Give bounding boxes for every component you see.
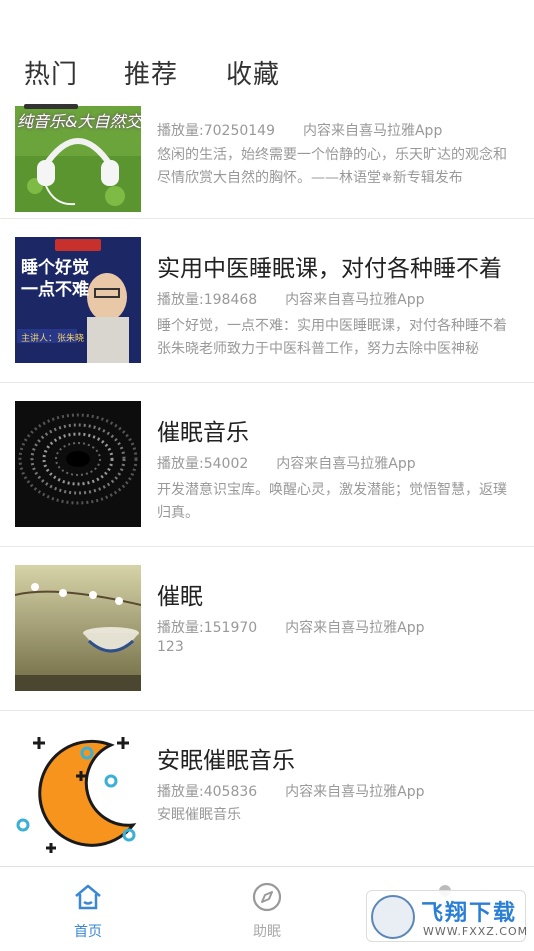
play-count: 播放量:405836 (157, 784, 258, 800)
nav-sleep-aid-label: 助眠 (253, 924, 281, 940)
item-description: 睡个好觉，一点不难：实用中医睡眠课，对付各种睡不着张朱晓老师致力于中医科普工作，… (157, 318, 507, 357)
top-tab-bar: 热门 推荐 收藏 (0, 0, 534, 106)
item-title[interactable]: 安眠催眠音乐 (157, 741, 295, 775)
source-label: 内容来自喜马拉雅App (302, 123, 443, 139)
play-count: 播放量:198468 (157, 292, 258, 308)
item-meta: 播放量:70250149 内容来自喜马拉雅App (157, 120, 442, 140)
tab-favorites[interactable]: 收藏 (226, 54, 280, 91)
thumb-subcaption: 主讲人：张朱晓 (21, 334, 85, 344)
source-label: 内容来自喜马拉雅App (285, 620, 425, 636)
item-meta: 播放量:54002 内容来自喜马拉雅App (157, 453, 416, 473)
nav-home[interactable]: 首页 (48, 867, 128, 951)
album-thumbnail (15, 565, 141, 691)
list-item[interactable]: 催眠音乐 播放量:54002 内容来自喜马拉雅App 开发潜意识宝库。唤醒心灵，激… (0, 383, 534, 547)
album-thumbnail: 纯音乐&大自然交织 (15, 106, 141, 212)
album-thumbnail (15, 729, 141, 855)
thumb-caption: 纯音乐&大自然交织 (17, 112, 141, 131)
crescent-moon-stars-icon (15, 729, 141, 855)
watermark-emblem-icon (371, 895, 415, 939)
source-label: 内容来自喜马拉雅App (285, 784, 425, 800)
play-count: 播放量:151970 (157, 620, 258, 636)
compass-icon (252, 882, 282, 912)
watermark-url: WWW.FXXZ.COM (423, 925, 529, 938)
watermark-logo: 飞翔下载 WWW.FXXZ.COM (366, 890, 529, 942)
album-list[interactable]: 纯音乐&大自然交织 播放量:70250149 内容来自喜马拉雅App 悠闲的生活，… (0, 106, 534, 866)
tea-cup-blossom-icon (15, 565, 141, 691)
list-item[interactable]: 催眠 播放量:151970 内容来自喜马拉雅App 123 (0, 547, 534, 711)
tab-recommended[interactable]: 推荐 (124, 54, 178, 91)
item-title[interactable]: 实用中医睡眠课，对付各种睡不着 (157, 249, 502, 283)
album-thumbnail: 睡个好觉 一点不难 主讲人：张朱晓 (15, 237, 141, 363)
item-meta: 播放量:198468 内容来自喜马拉雅App (157, 289, 425, 309)
item-meta: 播放量:151970 内容来自喜马拉雅App (157, 617, 425, 637)
item-meta: 播放量:405836 内容来自喜马拉雅App (157, 781, 425, 801)
nav-home-label: 首页 (74, 924, 102, 940)
active-tab-indicator (24, 104, 78, 109)
list-item[interactable]: 纯音乐&大自然交织 播放量:70250149 内容来自喜马拉雅App 悠闲的生活，… (0, 106, 534, 220)
item-description: 123 (157, 639, 184, 655)
home-icon (75, 884, 101, 910)
nav-sleep-aid[interactable]: 助眠 (227, 867, 307, 951)
item-description: 安眠催眠音乐 (157, 807, 241, 823)
play-count: 播放量:54002 (157, 456, 249, 472)
play-count: 播放量:70250149 (157, 123, 275, 139)
thumb-caption: 睡个好觉 一点不难 (21, 258, 89, 300)
item-title[interactable]: 催眠音乐 (157, 413, 249, 447)
source-label: 内容来自喜马拉雅App (285, 292, 425, 308)
album-thumbnail (15, 401, 141, 527)
list-item[interactable]: 安眠催眠音乐 播放量:405836 内容来自喜马拉雅App 安眠催眠音乐 (0, 711, 534, 866)
item-description: 开发潜意识宝库。唤醒心灵，激发潜能；觉悟智慧，返璞归真。 (157, 482, 507, 521)
watermark-text: 飞翔下载 (421, 901, 518, 926)
tab-hot[interactable]: 热门 (24, 54, 78, 91)
source-label: 内容来自喜马拉雅App (276, 456, 416, 472)
list-item[interactable]: 睡个好觉 一点不难 主讲人：张朱晓 实用中医睡眠课，对付各种睡不着 播放量:19… (0, 219, 534, 383)
item-description: 悠闲的生活，始终需要一个怡静的心，乐天旷达的观念和尽情欣赏大自然的胸怀。——林语… (157, 147, 507, 186)
hypnotic-spiral-icon (15, 401, 141, 527)
item-title[interactable]: 催眠 (157, 577, 203, 611)
